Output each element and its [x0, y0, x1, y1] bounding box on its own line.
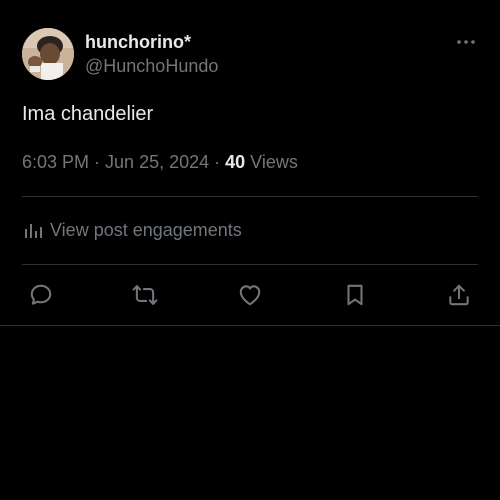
author-names: hunchorino* @HunchoHundo: [85, 31, 218, 78]
post-time[interactable]: 6:03 PM: [22, 152, 89, 172]
meta-separator: ·: [89, 152, 106, 172]
post-detail-page: hunchorino* @HunchoHundo Ima chandelier …: [0, 0, 500, 500]
author-display-name[interactable]: hunchorino*: [85, 31, 218, 53]
post-meta: 6:03 PM · Jun 25, 2024 · 40 Views: [22, 149, 298, 175]
divider: [0, 325, 500, 326]
bookmark-icon: [347, 284, 363, 306]
views-label: Views: [245, 152, 298, 172]
repost-button[interactable]: [130, 280, 160, 310]
analytics-icon: [25, 224, 42, 238]
post-text: Ima chandelier: [22, 103, 154, 125]
heart-icon: [239, 285, 261, 306]
reply-button[interactable]: [26, 280, 56, 310]
view-engagements-button[interactable]: View post engagements: [22, 216, 242, 244]
reply-icon: [30, 284, 52, 305]
divider: [22, 264, 478, 265]
post-date[interactable]: Jun 25, 2024: [105, 152, 209, 172]
meta-separator: ·: [209, 152, 226, 172]
more-options-button[interactable]: [454, 30, 478, 54]
views-count: 40: [225, 152, 246, 172]
avatar[interactable]: [22, 28, 74, 80]
bookmark-button[interactable]: [340, 280, 370, 310]
post-header: hunchorino* @HunchoHundo: [22, 28, 478, 82]
more-horizontal-icon: [457, 40, 475, 44]
like-button[interactable]: [235, 280, 265, 310]
share-icon: [449, 284, 469, 306]
repost-icon: [132, 285, 158, 305]
share-button[interactable]: [444, 280, 474, 310]
avatar-photo-icon: [22, 28, 74, 80]
view-engagements-label: View post engagements: [50, 219, 242, 240]
post-actions-bar: [22, 280, 478, 310]
divider: [22, 196, 478, 197]
author-handle[interactable]: @HunchoHundo: [85, 54, 218, 78]
